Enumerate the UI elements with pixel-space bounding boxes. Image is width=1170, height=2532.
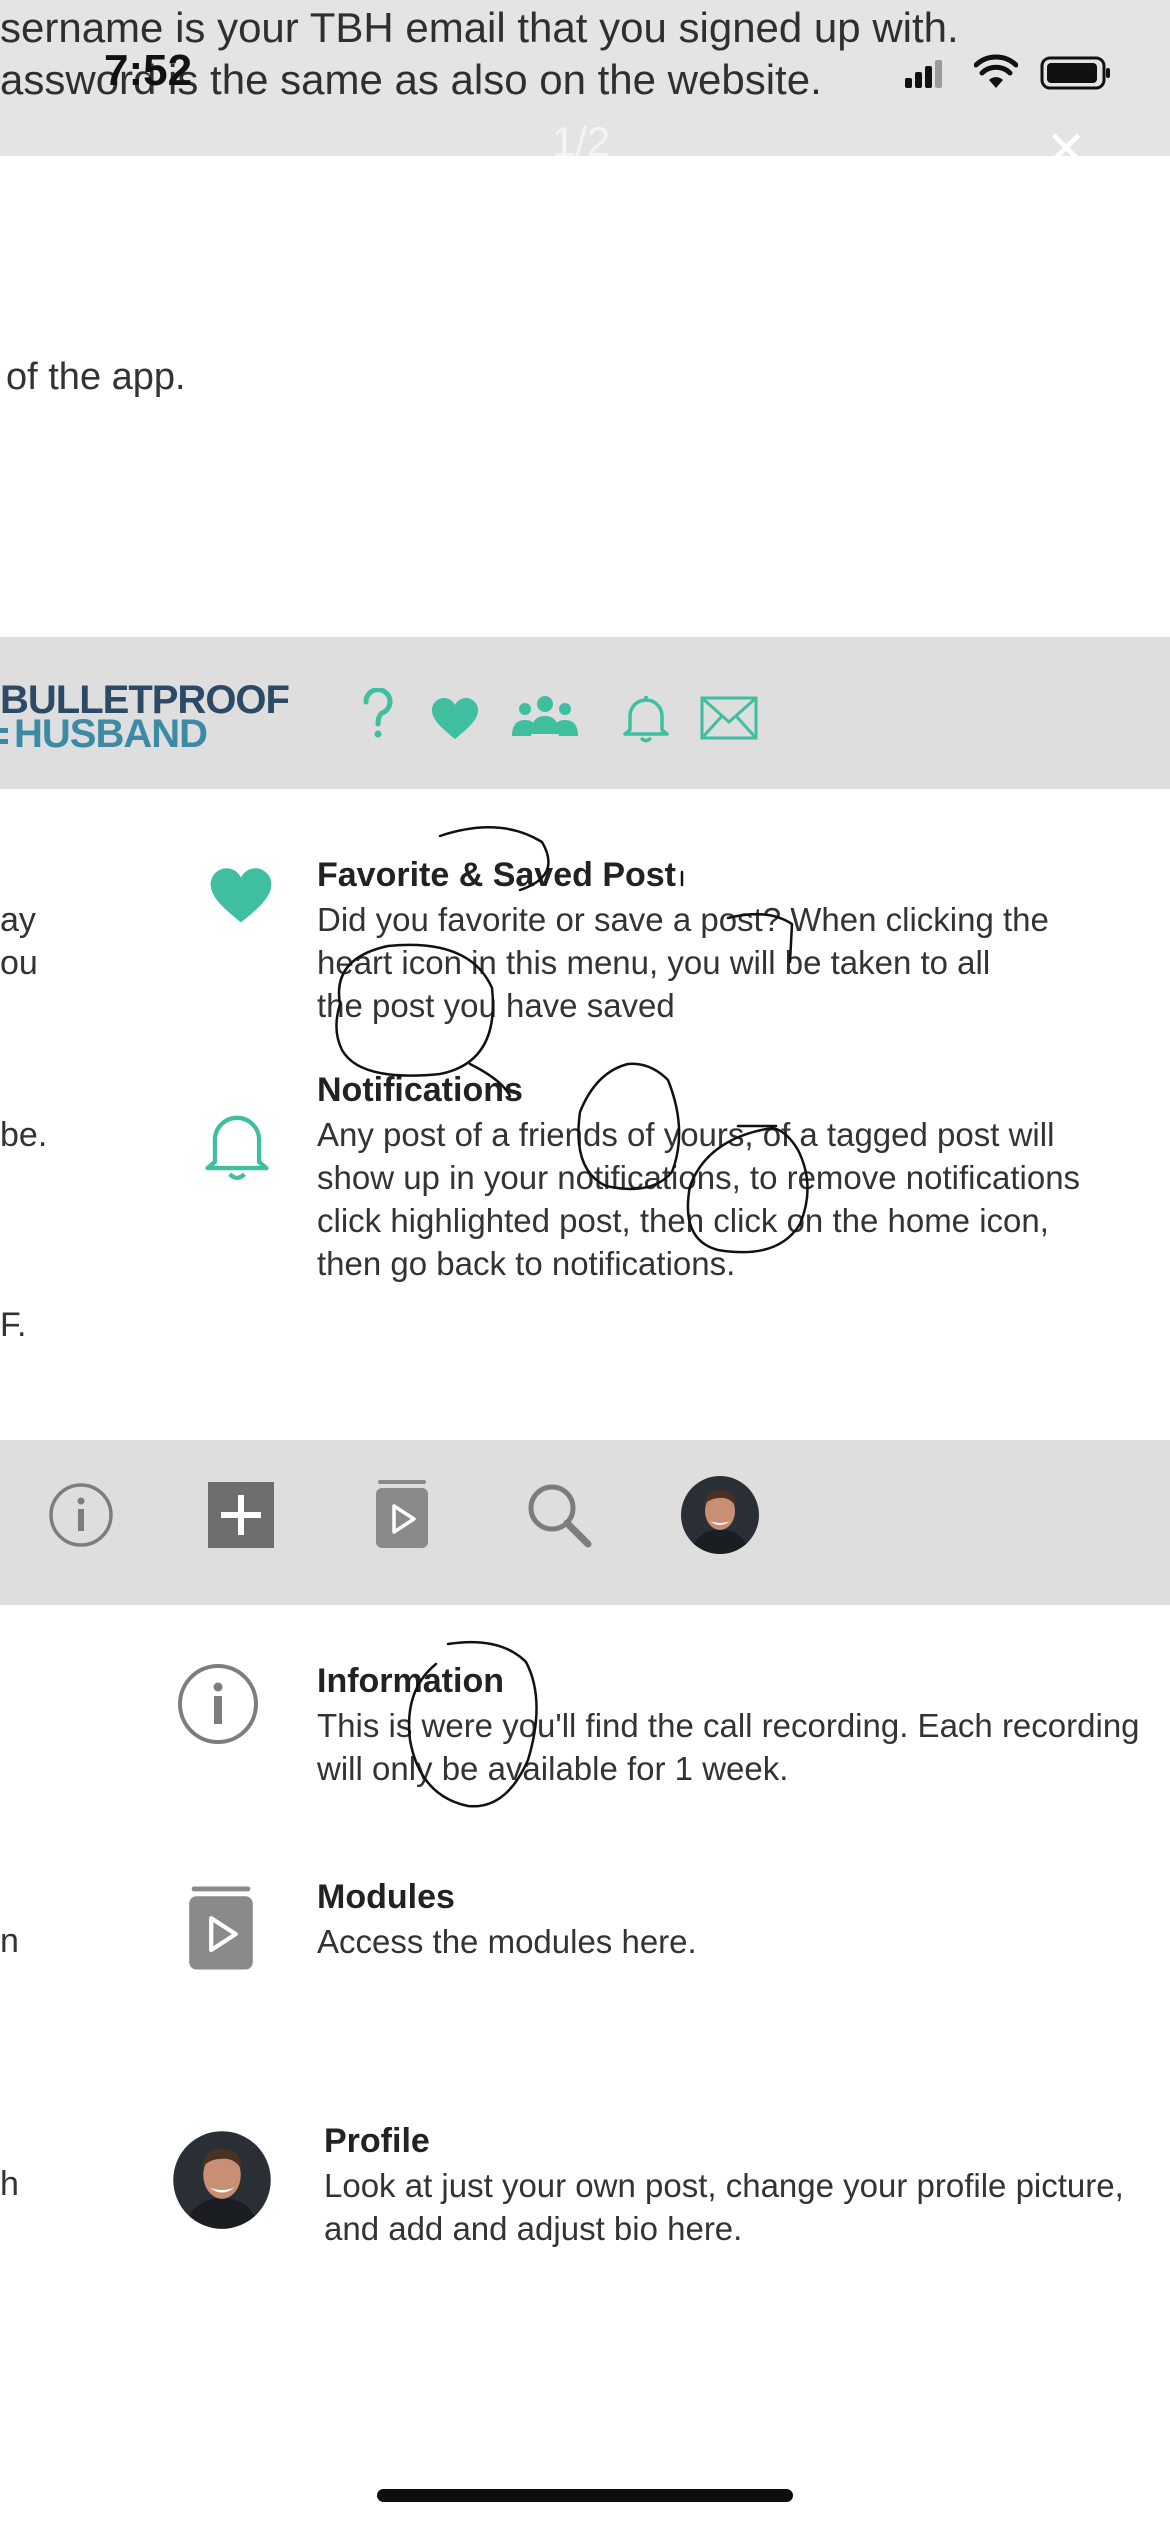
plus-icon[interactable] [208,1482,274,1548]
left-fragment: be. [0,1116,48,1154]
favorite-heart-icon [210,868,272,923]
battery-icon [1040,56,1110,90]
bell-icon[interactable] [620,692,672,744]
information-icon [178,1664,258,1744]
community-icon[interactable] [510,694,580,740]
intro-line-3: of the app. [6,356,186,398]
information-title: Information [317,1662,504,1700]
notifications-desc-line: show up in your notifications, to remove… [317,1159,1081,1196]
left-fragment: ay [0,901,36,939]
info-icon[interactable] [48,1482,114,1548]
notifications-desc-line: Any post of a friends of yours, of a tag… [317,1116,1055,1153]
brand-line-2: HUSBAND [14,712,208,756]
favorite-desc-line: the post you have saved [317,987,675,1024]
notifications-bell-icon [205,1115,269,1180]
notifications-desc-line: click highlighted post, then click on th… [317,1202,1049,1239]
cellular-signal-icon [905,60,942,88]
search-icon[interactable] [526,1482,592,1548]
close-icon[interactable]: ✕ [1046,126,1086,174]
home-indicator[interactable] [377,2489,793,2502]
modules-book-icon [189,1886,253,1970]
information-desc-line: This is were you'll find the call record… [317,1707,1140,1744]
help-icon[interactable] [362,688,394,740]
left-fragment: ou [0,944,38,982]
heart-icon[interactable] [430,697,480,741]
favorite-title: Favorite & Saved Post [317,856,677,894]
left-fragment: h [0,2165,19,2203]
information-desc-line: will only be available for 1 week. [317,1750,789,1787]
profile-desc-line: Look at just your own post, change your … [324,2167,1124,2204]
left-fragment: F. [0,1306,27,1344]
page-counter: 1/2 [552,118,611,165]
favorite-desc-line: Did you favorite or save a post? When cl… [317,901,1049,938]
notifications-desc-line: then go back to notifications. [317,1245,736,1282]
modules-title: Modules [317,1878,455,1916]
modules-icon[interactable] [374,1478,430,1550]
brand-mark [0,720,8,754]
mail-icon[interactable] [700,696,758,740]
profile-photo [173,2131,271,2229]
profile-title: Profile [324,2122,430,2160]
left-fragment: n [0,1922,19,1960]
favorite-desc-line: heart icon in this menu, you will be tak… [317,944,991,981]
profile-avatar[interactable] [680,1475,760,1555]
notifications-title: Notifications [317,1071,523,1109]
modules-desc-line: Access the modules here. [317,1923,697,1960]
intro-line-1: sername is your TBH email that you signe… [0,4,959,51]
status-time: 7:52 [104,46,193,95]
profile-desc-line: and add and adjust bio here. [324,2210,743,2247]
wifi-icon [974,54,1018,88]
